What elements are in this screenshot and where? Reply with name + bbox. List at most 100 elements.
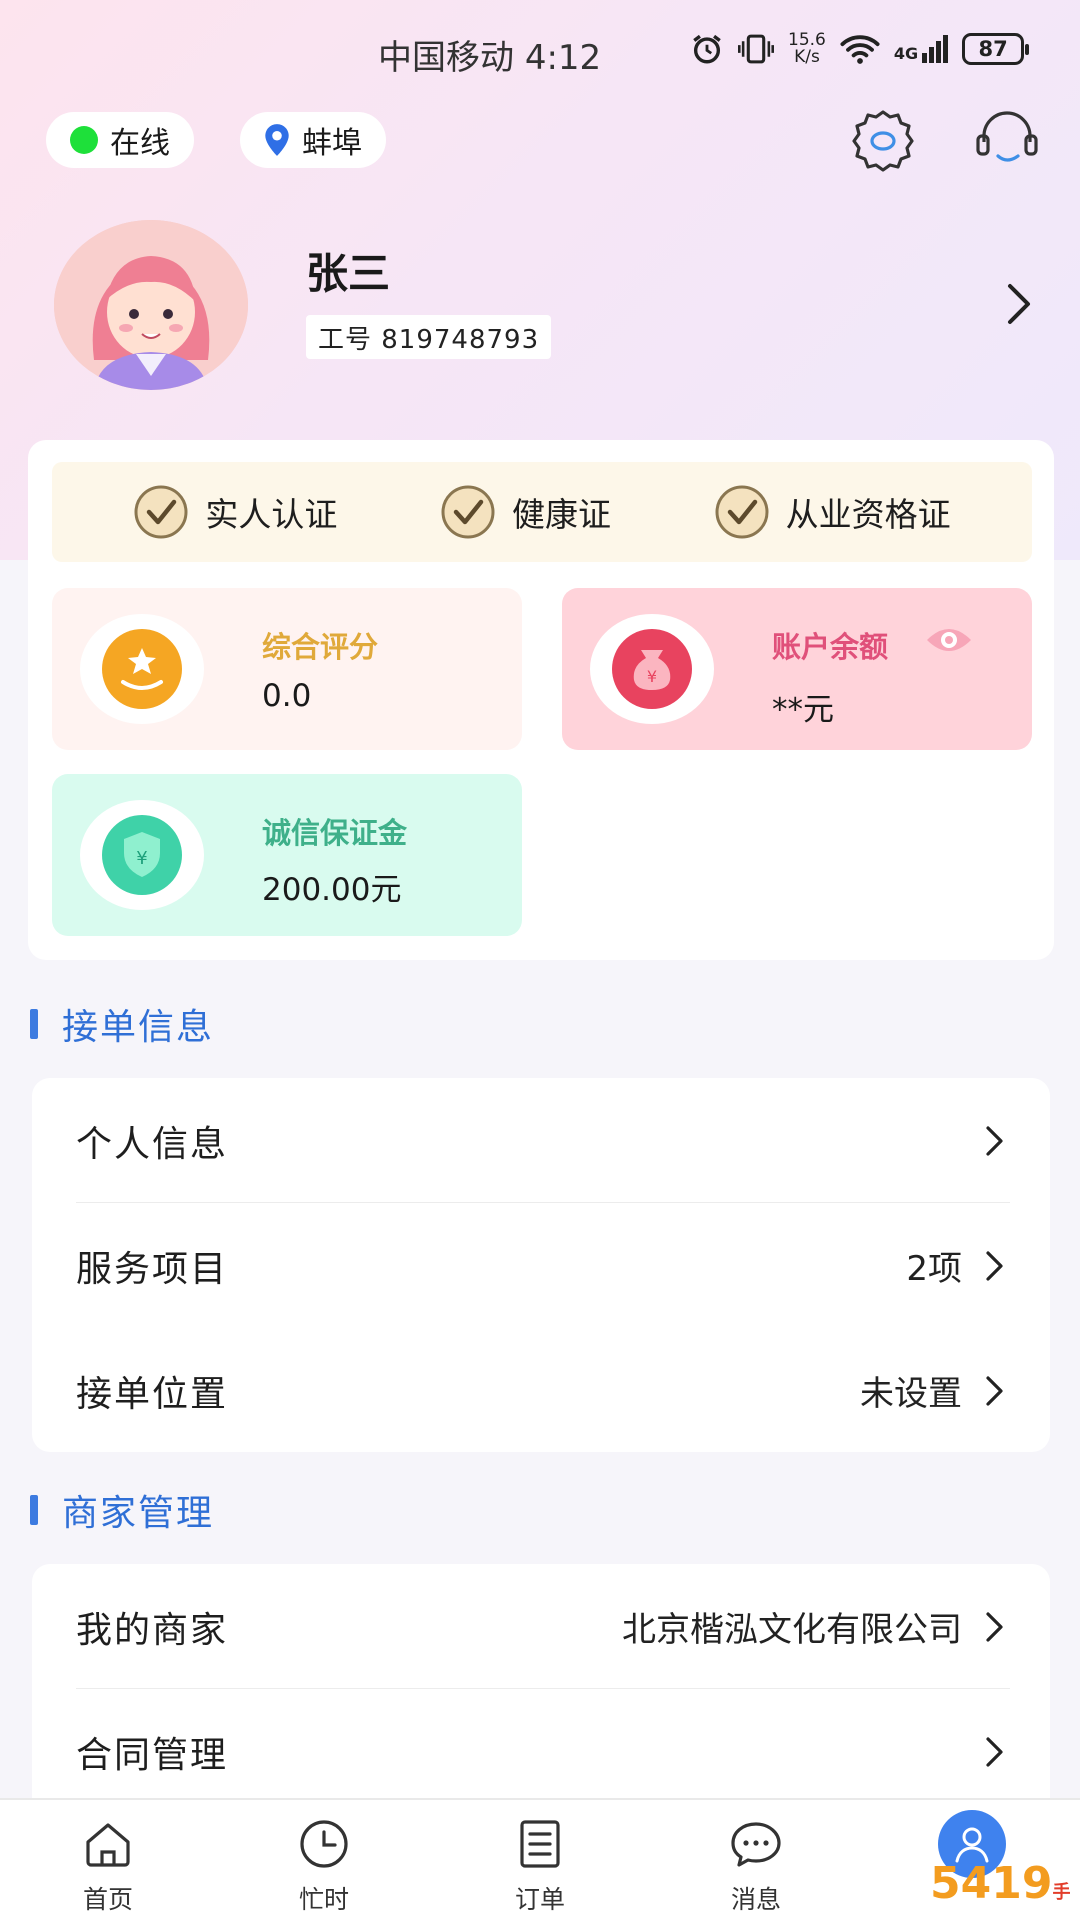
check-circle-icon (715, 485, 769, 539)
row-value: 未设置 (860, 1374, 962, 1414)
tab-label: 首页 (82, 1885, 133, 1914)
row-personal-info[interactable]: 个人信息 (32, 1078, 1050, 1203)
tab-label: 消息 (730, 1885, 781, 1914)
deposit-stat-card[interactable]: ¥ 诚信保证金 200.00元 (52, 774, 522, 936)
deposit-value: 200.00元 (262, 872, 402, 908)
city-label: 蚌埠 (302, 126, 362, 161)
vibrate-icon (738, 34, 774, 64)
deposit-title: 诚信保证金 (262, 816, 408, 850)
avatar-girl-illustration (54, 220, 248, 390)
cert-health[interactable]: 健康证 (440, 484, 611, 540)
section-accent-bar (30, 1009, 38, 1039)
online-status-label: 在线 (110, 126, 170, 161)
svg-text:¥: ¥ (647, 667, 657, 686)
cert-label: 从业资格证 (785, 495, 951, 534)
network-speed: 15.6 K/s (788, 32, 826, 66)
online-dot-icon (70, 126, 98, 154)
chevron-right-icon (986, 1250, 1003, 1281)
status-icons: 15.6 K/s 4G 87 (690, 32, 1030, 66)
clock-icon (300, 1820, 348, 1868)
row-label: 合同管理 (76, 1734, 229, 1776)
shield-yuan-icon: ¥ (102, 815, 182, 895)
chevron-right-icon (986, 1375, 1003, 1406)
home-icon (86, 1823, 130, 1867)
avatar[interactable] (54, 220, 248, 390)
row-label: 服务项目 (76, 1248, 229, 1290)
employee-number: 工号 819748793 (306, 315, 552, 359)
section-title: 商家管理 (62, 1493, 215, 1534)
rating-hand-star-icon (102, 629, 182, 709)
row-contract-management[interactable]: 合同管理 (32, 1689, 1050, 1814)
section-accent-bar (30, 1495, 38, 1525)
check-circle-icon (441, 485, 495, 539)
merchant-section-header: 商家管理 (30, 1484, 214, 1536)
watermark-main: 5419 (930, 1858, 1053, 1909)
clock: 4:12 (524, 38, 602, 78)
battery-icon: 87 (962, 33, 1030, 65)
rating-icon-wrap (80, 614, 204, 724)
cellular-signal-icon: 4G (893, 35, 949, 63)
battery-level: 87 (978, 37, 1008, 61)
row-right (962, 1124, 1006, 1158)
row-right: 2项 (906, 1241, 1006, 1290)
rating-title: 综合评分 (262, 630, 379, 664)
alarm-icon (693, 34, 721, 64)
eye-toggle-icon[interactable] (924, 622, 974, 658)
chevron-right-icon (986, 1125, 1003, 1156)
speed-unit: K/s (794, 47, 820, 67)
deposit-icon-wrap: ¥ (80, 800, 204, 910)
tab-label: 订单 (514, 1885, 565, 1914)
watermark-logo: 5419手游网 (930, 1858, 1080, 1920)
tab-messages[interactable]: 消息 (648, 1800, 864, 1920)
cert-label: 实人认证 (205, 495, 338, 534)
user-name: 张三 (306, 249, 391, 298)
balance-value: **元 (772, 692, 834, 728)
row-label: 我的商家 (76, 1609, 229, 1651)
balance-icon-wrap: ¥ (590, 614, 714, 724)
status-bar: 中国移动 4:12 15.6 K/s 4G 87 (0, 0, 1080, 110)
certification-bar: 实人认证 健康证 从业资格证 (52, 462, 1032, 562)
row-value: 2项 (906, 1249, 962, 1289)
balance-title: 账户余额 (772, 630, 889, 664)
status-carrier-time: 中国移动 4:12 (378, 30, 601, 79)
svg-text:¥: ¥ (136, 848, 147, 869)
row-label: 个人信息 (76, 1123, 229, 1165)
settings-gear-icon[interactable] (848, 106, 918, 176)
row-right: 未设置 (860, 1366, 1006, 1415)
chat-bubble-icon (731, 1822, 781, 1867)
tab-label: 忙时 (298, 1885, 349, 1914)
rating-stat-card[interactable]: 综合评分 0.0 (52, 588, 522, 750)
row-label: 接单位置 (76, 1373, 229, 1415)
wifi-icon (840, 35, 880, 64)
customer-service-headset-icon[interactable] (972, 106, 1042, 176)
check-circle-icon (134, 485, 188, 539)
row-order-location[interactable]: 接单位置 未设置 (32, 1328, 1050, 1453)
profile-chevron-right-icon[interactable] (1000, 280, 1036, 328)
tab-busy[interactable]: 忙时 (216, 1800, 432, 1920)
city-chip[interactable]: 蚌埠 (240, 112, 386, 168)
order-list-icon (520, 1820, 560, 1868)
chevron-right-icon (986, 1736, 1003, 1767)
rating-value: 0.0 (262, 678, 312, 714)
balance-stat-card[interactable]: ¥ 账户余额 **元 (562, 588, 1032, 750)
row-value: 北京楷泓文化有限公司 (622, 1610, 962, 1650)
network-type: 4G (893, 44, 919, 63)
bottom-tab-bar: 首页 忙时 订单 消息 (0, 1798, 1080, 1920)
cert-qualification[interactable]: 从业资格证 (714, 484, 951, 540)
row-service-items[interactable]: 服务项目 2项 (32, 1203, 1050, 1328)
order-info-list: 个人信息 服务项目 2项 接单位置 未设置 (32, 1078, 1050, 1452)
row-right: 北京楷泓文化有限公司 (622, 1602, 1006, 1651)
row-my-merchant[interactable]: 我的商家 北京楷泓文化有限公司 (32, 1564, 1050, 1689)
online-status-chip[interactable]: 在线 (46, 112, 194, 168)
tab-orders[interactable]: 订单 (432, 1800, 648, 1920)
order-info-section-header: 接单信息 (30, 998, 214, 1050)
merchant-list: 我的商家 北京楷泓文化有限公司 合同管理 (32, 1564, 1050, 1824)
cert-real-name[interactable]: 实人认证 (133, 484, 337, 540)
location-pin-icon (265, 124, 289, 156)
carrier-name: 中国移动 (378, 38, 514, 78)
section-title: 接单信息 (62, 1007, 215, 1048)
tab-home[interactable]: 首页 (0, 1800, 216, 1920)
chevron-right-icon (986, 1611, 1003, 1642)
row-right (962, 1735, 1006, 1769)
money-bag-icon: ¥ (612, 629, 692, 709)
